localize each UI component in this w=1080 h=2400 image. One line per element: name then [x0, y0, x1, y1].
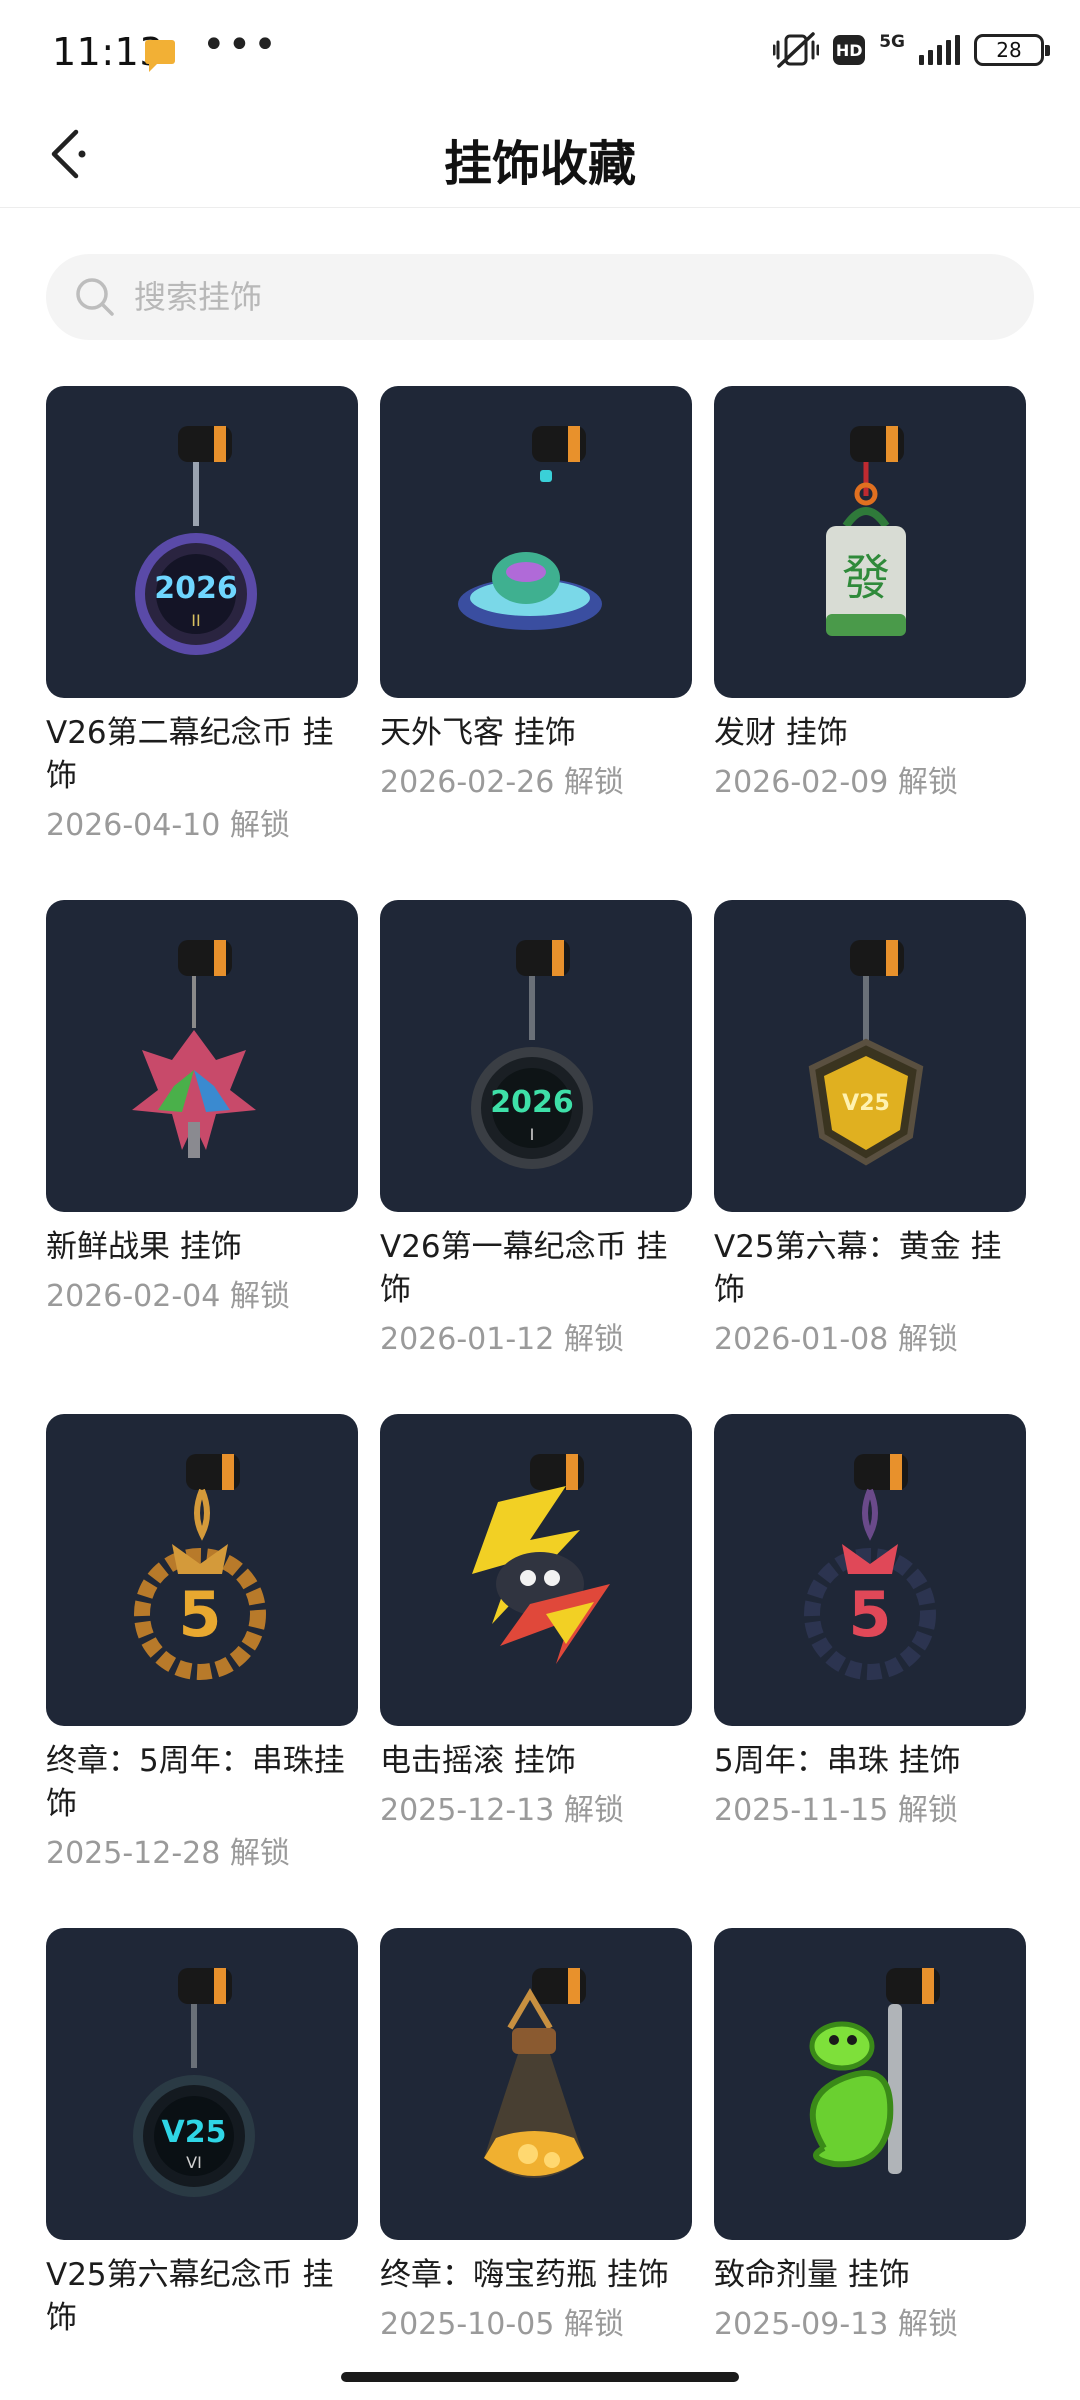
charm-name: V26第一幕纪念币 挂饰 — [380, 1229, 668, 1308]
bead-ring-red-icon: 5 — [804, 1454, 936, 1680]
unlock-date: 2026-01-12 解锁 — [380, 1322, 624, 1357]
charm-card[interactable]: 發 发财 挂饰 2026-02-09 解锁 — [714, 386, 1026, 900]
unlock-date: 2025-12-13 解锁 — [380, 1793, 624, 1828]
svg-text:2026: 2026 — [154, 571, 238, 606]
charm-card[interactable]: 5 5周年：串珠 挂饰 2025-11-15 解锁 — [714, 1414, 1026, 1928]
charm-card[interactable]: 5 终章：5周年：串珠挂饰 2025-12-28 解锁 — [46, 1414, 358, 1928]
potion-bottle-icon — [484, 1968, 586, 2178]
svg-text:5: 5 — [178, 1578, 221, 1651]
maple-leaf-icon — [132, 940, 256, 1158]
svg-text:I: I — [530, 1125, 535, 1144]
charm-name: 终章：5周年：串珠挂饰 — [46, 1743, 345, 1822]
charm-thumbnail: V25 — [714, 900, 1026, 1212]
signal-strength-icon — [919, 35, 960, 65]
charm-card[interactable]: 2026 II V26第二幕纪念币 挂饰 2026-04-10 解锁 — [46, 386, 358, 900]
network-type: 5G — [879, 32, 905, 52]
gold-badge-icon: V25 — [808, 940, 924, 1166]
top-navigation-bar: 挂饰收藏 — [0, 100, 1080, 208]
charm-thumbnail: 2026 I — [380, 900, 692, 1212]
page-title: 挂饰收藏 — [443, 136, 636, 192]
charm-name: 发财 挂饰 — [714, 715, 848, 751]
message-notification-icon — [145, 40, 175, 72]
charm-card[interactable]: V25 VI V25第六幕纪念币 挂饰 — [46, 1928, 358, 2400]
charm-card[interactable]: 致命剂量 挂饰 2025-09-13 解锁 — [714, 1928, 1026, 2400]
ufo-icon — [458, 426, 602, 630]
charm-thumbnail: 發 — [714, 386, 1026, 698]
unlock-date: 2025-10-05 解锁 — [380, 2307, 624, 2342]
svg-text:5: 5 — [848, 1578, 891, 1651]
more-notifications-icon: ••• — [202, 22, 279, 68]
mute-vibrate-icon — [773, 32, 820, 68]
unlock-date: 2025-11-15 解锁 — [714, 1793, 958, 1828]
coin-2026-ii-icon: 2026 II — [135, 426, 257, 655]
charm-name: 新鲜战果 挂饰 — [46, 1229, 242, 1265]
charm-card[interactable]: 天外飞客 挂饰 2026-02-26 解锁 — [380, 386, 692, 900]
svg-text:發: 發 — [842, 550, 890, 606]
search-icon — [76, 278, 114, 316]
search-input[interactable] — [134, 278, 934, 316]
charm-thumbnail: 2026 II — [46, 386, 358, 698]
charm-card[interactable]: 终章：嗨宝药瓶 挂饰 2025-10-05 解锁 — [380, 1928, 692, 2400]
charm-name: 终章：嗨宝药瓶 挂饰 — [380, 2257, 669, 2293]
svg-text:II: II — [191, 611, 200, 630]
charm-card[interactable]: 电击摇滚 挂饰 2025-12-13 解锁 — [380, 1414, 692, 1928]
coin-v25-vi-icon: V25 VI — [133, 1968, 255, 2197]
charm-name: 致命剂量 挂饰 — [714, 2257, 910, 2293]
charm-name: V26第二幕纪念币 挂饰 — [46, 715, 334, 794]
mahjong-tile-icon: 發 — [826, 426, 906, 636]
charm-collection-grid: 2026 II V26第二幕纪念币 挂饰 2026-04-10 解锁 天外飞客 … — [46, 386, 1036, 2400]
charm-name: V25第六幕：黄金 挂饰 — [714, 1229, 1002, 1308]
charm-name: 天外飞客 挂饰 — [380, 715, 576, 751]
coin-2026-i-icon: 2026 I — [471, 940, 593, 1169]
lightning-icon — [472, 1454, 610, 1664]
unlock-date: 2026-02-26 解锁 — [380, 765, 624, 800]
battery-icon: 28 — [974, 34, 1050, 66]
charm-card[interactable]: 新鲜战果 挂饰 2026-02-04 解锁 — [46, 900, 358, 1414]
charm-thumbnail — [46, 900, 358, 1212]
charm-thumbnail: 5 — [46, 1414, 358, 1726]
unlock-date: 2025-12-28 解锁 — [46, 1836, 290, 1871]
charm-thumbnail — [714, 1928, 1026, 2240]
charm-name: 5周年：串珠 挂饰 — [714, 1743, 961, 1779]
search-bar[interactable] — [46, 254, 1034, 340]
unlock-date: 2026-02-09 解锁 — [714, 765, 958, 800]
svg-text:V25: V25 — [162, 2115, 227, 2150]
status-bar: 11:13 ••• HD 5G 28 — [0, 0, 1080, 100]
charm-thumbnail — [380, 1414, 692, 1726]
charm-card[interactable]: 2026 I V26第一幕纪念币 挂饰 2026-01-12 解锁 — [380, 900, 692, 1414]
charm-thumbnail — [380, 1928, 692, 2240]
charm-thumbnail — [380, 386, 692, 698]
hd-call-icon: HD — [833, 35, 866, 65]
unlock-date: 2025-09-13 解锁 — [714, 2307, 958, 2342]
charm-thumbnail: V25 VI — [46, 1928, 358, 2240]
bead-ring-gold-icon: 5 — [134, 1454, 266, 1680]
charm-name: 电击摇滚 挂饰 — [380, 1743, 576, 1779]
unlock-date: 2026-01-08 解锁 — [714, 1322, 958, 1357]
svg-text:VI: VI — [186, 2153, 202, 2172]
unlock-date: 2026-02-04 解锁 — [46, 1279, 290, 1314]
charm-thumbnail: 5 — [714, 1414, 1026, 1726]
svg-text:V25: V25 — [842, 1091, 890, 1116]
battery-level: 28 — [996, 38, 1022, 62]
home-indicator[interactable] — [341, 2372, 739, 2382]
charm-card[interactable]: V25 V25第六幕：黄金 挂饰 2026-01-08 解锁 — [714, 900, 1026, 1414]
snake-icon — [809, 1968, 940, 2174]
svg-text:2026: 2026 — [490, 1085, 574, 1120]
unlock-date: 2026-04-10 解锁 — [46, 808, 290, 843]
charm-name: V25第六幕纪念币 挂饰 — [46, 2257, 334, 2336]
